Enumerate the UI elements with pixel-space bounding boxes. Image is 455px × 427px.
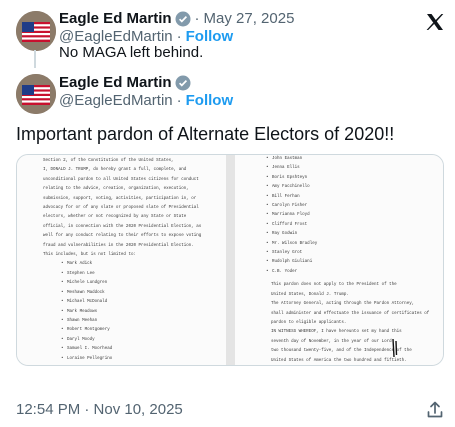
- document-line: two thousand twenty-five, and of the Ind…: [271, 349, 412, 354]
- document-name: Daryl Moody: [43, 336, 218, 345]
- separator-dot: ·: [194, 10, 200, 27]
- document-name: Stanley Grot: [259, 249, 439, 258]
- separator-dot: ·: [176, 92, 182, 109]
- document-page-right: John EastmanJenna EllisBoris EpshteynAmy…: [235, 155, 443, 365]
- document-line: pardon to eligible applicants.: [271, 320, 347, 325]
- document-name: Michael McDonald: [43, 298, 218, 307]
- post-date[interactable]: May 27, 2025: [204, 10, 295, 27]
- main-header: Eagle Ed Martin: [59, 74, 191, 91]
- separator-dot: ·: [176, 28, 182, 45]
- document-line: seventh day of November, in the year of …: [271, 339, 392, 344]
- reply-text: No MAGA left behind.: [59, 44, 204, 61]
- document-line: electors, whether or not recognized by a…: [43, 215, 187, 220]
- document-line: well for any conduct relating to their e…: [43, 234, 202, 239]
- document-paragraph: This pardon does not apply to the Presid…: [259, 281, 439, 365]
- document-name: Sidney Powell: [43, 364, 218, 365]
- avatar[interactable]: [16, 11, 56, 51]
- document-name: John Eastman: [259, 155, 439, 164]
- document-name: Meshawn Maddock: [43, 289, 218, 298]
- reply-handle-line: @EagleEdMartin · Follow: [59, 28, 233, 45]
- document-name: Marrianna Floyd: [259, 211, 439, 220]
- document-name-list: John EastmanJenna EllisBoris EpshteynAmy…: [259, 155, 439, 277]
- author-name[interactable]: Eagle Ed Martin: [59, 10, 172, 27]
- document-name: Samuel I. Moorhead: [43, 345, 218, 354]
- reply-header: Eagle Ed Martin · May 27, 2025: [59, 10, 294, 27]
- document-name: Bill Ferhan: [259, 193, 439, 202]
- post-timestamp[interactable]: 12:54 PM · Nov 10, 2025: [16, 401, 183, 418]
- document-name: Rudolph Giuliani: [259, 258, 439, 267]
- follow-button[interactable]: Follow: [186, 92, 234, 109]
- document-name: Robert Montgomery: [43, 326, 218, 335]
- document-name: Michele Lundgren: [43, 279, 218, 288]
- thread-connector: [34, 50, 36, 68]
- document-line: United States of America the two hundred…: [271, 358, 407, 363]
- document-line: Section 2, of the Constitution of the Un…: [43, 159, 174, 163]
- document-paragraph: Section 2, of the Constitution of the Un…: [43, 157, 218, 260]
- post-image[interactable]: Section 2, of the Constitution of the Un…: [16, 154, 444, 366]
- document-name: Boris Epshteyn: [259, 174, 439, 183]
- document-line: IN WITNESS WHEREOF, I have hereunto set …: [271, 330, 402, 335]
- document-name: Loraine Pellegrino: [43, 355, 218, 364]
- document-name: Ray Godwin: [259, 230, 439, 239]
- document-name-list: Mark AdickStephen LeeMichele LundgrenMes…: [43, 260, 218, 365]
- document-line: submission, support, voting, activities,…: [43, 196, 197, 201]
- document-line: I, DONALD J. TRUMP, do hereby grant a fu…: [43, 168, 187, 173]
- document-line: official, in connection with the 2020 Pr…: [43, 224, 202, 229]
- avatar[interactable]: [16, 74, 56, 114]
- document-line: United States, Donald J. Trump.: [271, 292, 349, 297]
- document-name: C.B. Yoder: [259, 268, 439, 277]
- verified-badge-icon: [175, 75, 191, 91]
- page-gutter: [226, 155, 235, 365]
- document-page-left: Section 2, of the Constitution of the Un…: [17, 155, 226, 365]
- document-name: Stephen Lee: [43, 270, 218, 279]
- author-name[interactable]: Eagle Ed Martin: [59, 74, 172, 91]
- tweet-text: Important pardon of Alternate Electors o…: [16, 124, 395, 144]
- author-handle[interactable]: @EagleEdMartin: [59, 28, 173, 45]
- verified-badge-icon: [175, 11, 191, 27]
- document-line: unconditional pardon to all United State…: [43, 177, 199, 182]
- author-handle[interactable]: @EagleEdMartin: [59, 92, 173, 109]
- document-line: shall administer and effectuate the issu…: [271, 311, 430, 316]
- signature-mark: [392, 338, 398, 358]
- document-line: This includes, but is not limited to:: [43, 253, 136, 258]
- document-line: This pardon does not apply to the Presid…: [271, 283, 397, 288]
- document-name: Clifford Frost: [259, 221, 439, 230]
- follow-button[interactable]: Follow: [186, 28, 234, 45]
- document-line: advocacy for or of any slate or proposed…: [43, 206, 199, 211]
- share-icon[interactable]: [425, 400, 445, 420]
- document-name: Mark Adick: [43, 260, 218, 269]
- document-line: The Attorney General, acting through the…: [271, 302, 415, 307]
- document-line: fraud and vulnerabilities in the 2020 Pr…: [43, 243, 194, 248]
- document-name: Carolyn Fisher: [259, 202, 439, 211]
- document-name: Mr. Wilson Bradley: [259, 240, 439, 249]
- document-name: Mark Meadows: [43, 308, 218, 317]
- main-handle-line: @EagleEdMartin · Follow: [59, 92, 233, 109]
- document-name: Amy Facchinello: [259, 183, 439, 192]
- document-line: relating to the advice, creation, organi…: [43, 187, 189, 192]
- document-name: Jenna Ellis: [259, 164, 439, 173]
- x-logo-icon[interactable]: [425, 12, 445, 32]
- document-name: Shawn Meehan: [43, 317, 218, 326]
